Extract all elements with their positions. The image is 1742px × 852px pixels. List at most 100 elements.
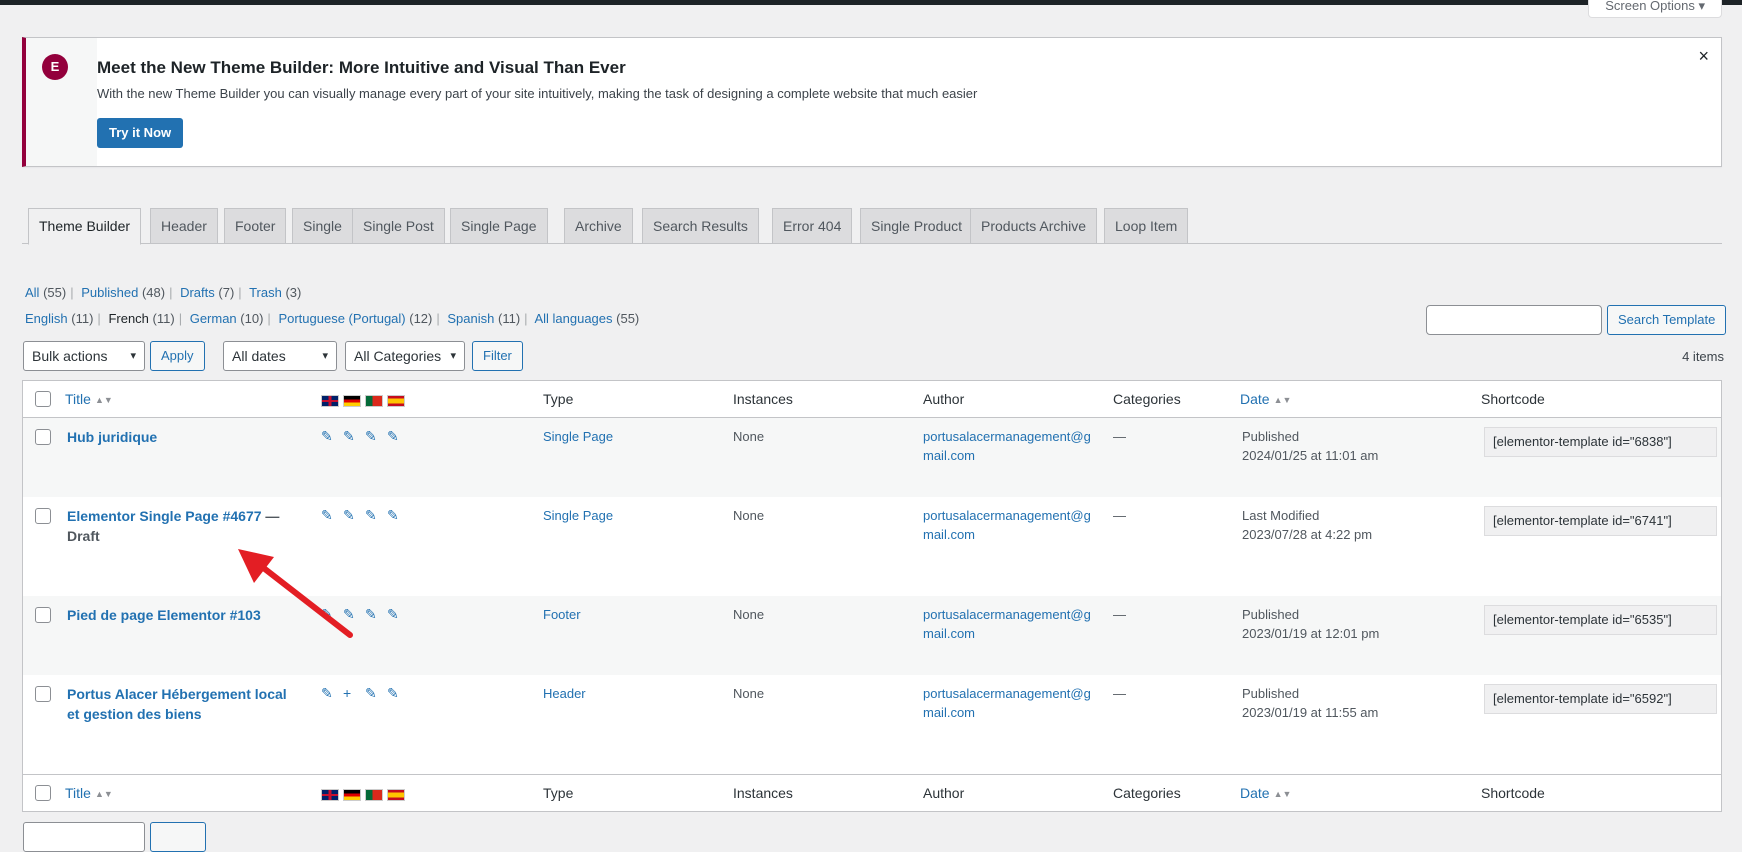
row-title-link[interactable]: Elementor Single Page #4677 — [67, 508, 262, 524]
tab-single-page[interactable]: Single Page — [450, 208, 548, 244]
filter-all-languages[interactable]: All languages — [534, 311, 612, 326]
tab-single[interactable]: Single — [292, 208, 353, 244]
flag-germany-icon — [343, 788, 361, 801]
tab-single-product[interactable]: Single Product — [860, 208, 974, 244]
filter-english[interactable]: English — [25, 311, 68, 326]
edit-icon[interactable]: ✎ — [387, 606, 405, 623]
category-filter-select[interactable]: All Categories ▾ — [345, 341, 465, 371]
edit-icon[interactable]: ✎ — [321, 507, 339, 524]
row-checkbox[interactable] — [35, 508, 51, 524]
translation-actions: ✎✎✎✎ — [321, 428, 409, 445]
flag-uk-icon — [321, 394, 339, 407]
search-input[interactable] — [1426, 305, 1602, 335]
bulk-actions-select[interactable]: Bulk actions ▾ — [23, 341, 145, 371]
close-icon[interactable]: × — [1698, 46, 1709, 67]
screen-options-button[interactable]: Screen Options ▾ — [1588, 0, 1722, 18]
tab-products-archive[interactable]: Products Archive — [970, 208, 1098, 244]
filter-all[interactable]: All — [25, 285, 39, 300]
filter-spanish[interactable]: Spanish — [447, 311, 494, 326]
bulk-actions-select-bottom[interactable] — [23, 822, 145, 852]
row-instances: None — [733, 607, 765, 622]
filter-button[interactable]: Filter — [472, 341, 523, 371]
search-template-button[interactable]: Search Template — [1607, 305, 1727, 335]
row-title-link[interactable]: Hub juridique — [67, 429, 157, 445]
edit-icon[interactable]: ✎ — [365, 428, 383, 445]
shortcode-input[interactable]: [elementor-template id="6592"] — [1484, 684, 1717, 714]
filter-french[interactable]: French — [108, 311, 148, 326]
row-author[interactable]: portusalacermanagement@gmail.com — [923, 605, 1093, 643]
add-translation-icon[interactable]: + — [343, 685, 361, 701]
flag-spain-icon — [387, 788, 405, 801]
chevron-down-icon: ▾ — [322, 350, 328, 362]
edit-icon[interactable]: ✎ — [343, 507, 361, 524]
edit-icon[interactable]: ✎ — [343, 428, 361, 445]
row-date: Published 2023/01/19 at 12:01 pm — [1242, 607, 1380, 641]
tab-archive[interactable]: Archive — [564, 208, 633, 244]
edit-icon[interactable]: ✎ — [387, 507, 405, 524]
tab-theme-builder[interactable]: Theme Builder — [28, 208, 142, 245]
language-flags — [321, 392, 409, 407]
table-row: Portus Alacer Hébergement local et gesti… — [23, 675, 1721, 774]
row-checkbox[interactable] — [35, 607, 51, 623]
edit-icon[interactable]: ✎ — [387, 428, 405, 445]
notice-title: Meet the New Theme Builder: More Intuiti… — [97, 58, 626, 77]
items-count: 4 items — [1682, 349, 1724, 364]
column-type: Type — [543, 785, 574, 801]
tab-error-404[interactable]: Error 404 — [772, 208, 853, 244]
column-title[interactable]: Title ▲▼ — [65, 391, 113, 407]
row-checkbox[interactable] — [35, 686, 51, 702]
column-title[interactable]: Title ▲▼ — [65, 785, 113, 801]
row-author[interactable]: portusalacermanagement@gmail.com — [923, 684, 1093, 722]
shortcode-input[interactable]: [elementor-template id="6741"] — [1484, 506, 1717, 536]
edit-icon[interactable]: ✎ — [365, 606, 383, 623]
row-author[interactable]: portusalacermanagement@gmail.com — [923, 427, 1093, 465]
row-type[interactable]: Header — [543, 686, 586, 701]
filter-published[interactable]: Published — [81, 285, 138, 300]
tab-footer[interactable]: Footer — [224, 208, 287, 244]
template-type-tabs: Theme Builder Header Footer Single Singl… — [22, 208, 1722, 245]
tab-search-results[interactable]: Search Results — [642, 208, 759, 244]
filter-portuguese[interactable]: Portuguese (Portugal) — [278, 311, 405, 326]
translation-actions: ✎✎✎✎ — [321, 507, 409, 524]
edit-icon[interactable]: ✎ — [321, 428, 339, 445]
row-type[interactable]: Footer — [543, 607, 581, 622]
row-title-link[interactable]: Portus Alacer Hébergement local et gesti… — [67, 686, 287, 722]
apply-button-bottom[interactable] — [150, 822, 206, 852]
column-date[interactable]: Date ▲▼ — [1240, 785, 1291, 801]
tab-single-post[interactable]: Single Post — [352, 208, 445, 244]
row-checkbox[interactable] — [35, 429, 51, 445]
row-categories: — — [1113, 429, 1126, 444]
date-filter-select[interactable]: All dates ▾ — [223, 341, 337, 371]
filter-german[interactable]: German — [190, 311, 237, 326]
row-date: Last Modified 2023/07/28 at 4:22 pm — [1242, 508, 1373, 542]
filter-trash[interactable]: Trash — [249, 285, 282, 300]
edit-icon[interactable]: ✎ — [365, 507, 383, 524]
tab-header[interactable]: Header — [150, 208, 218, 244]
notice-text: With the new Theme Builder you can visua… — [97, 86, 978, 101]
column-date[interactable]: Date ▲▼ — [1240, 391, 1291, 407]
row-categories: — — [1113, 607, 1126, 622]
shortcode-input[interactable]: [elementor-template id="6838"] — [1484, 427, 1717, 457]
column-shortcode: Shortcode — [1481, 785, 1545, 801]
shortcode-input[interactable]: [elementor-template id="6535"] — [1484, 605, 1717, 635]
edit-icon[interactable]: ✎ — [321, 685, 339, 702]
column-instances: Instances — [733, 391, 793, 407]
column-instances: Instances — [733, 785, 793, 801]
row-type[interactable]: Single Page — [543, 508, 613, 523]
edit-icon[interactable]: ✎ — [387, 685, 405, 702]
select-all-checkbox[interactable] — [35, 391, 51, 407]
edit-icon[interactable]: ✎ — [365, 685, 383, 702]
translation-actions: ✎ + ✎ ✎ — [321, 685, 409, 702]
apply-button[interactable]: Apply — [150, 341, 205, 371]
language-flags — [321, 786, 409, 801]
try-it-now-button[interactable]: Try it Now — [97, 118, 184, 148]
table-footer: Title ▲▼ Type Instances Author Categories… — [23, 774, 1721, 812]
row-author[interactable]: portusalacermanagement@gmail.com — [923, 506, 1093, 544]
row-title: Elementor Single Page #4677 — Draft — [67, 506, 287, 546]
tab-loop-item[interactable]: Loop Item — [1104, 208, 1189, 244]
select-all-checkbox[interactable] — [35, 785, 51, 801]
filter-drafts[interactable]: Drafts — [180, 285, 215, 300]
row-type[interactable]: Single Page — [543, 429, 613, 444]
language-filters: English (11) | French (11) | German (10) | … — [25, 311, 640, 326]
annotation-arrow-icon — [238, 549, 353, 638]
